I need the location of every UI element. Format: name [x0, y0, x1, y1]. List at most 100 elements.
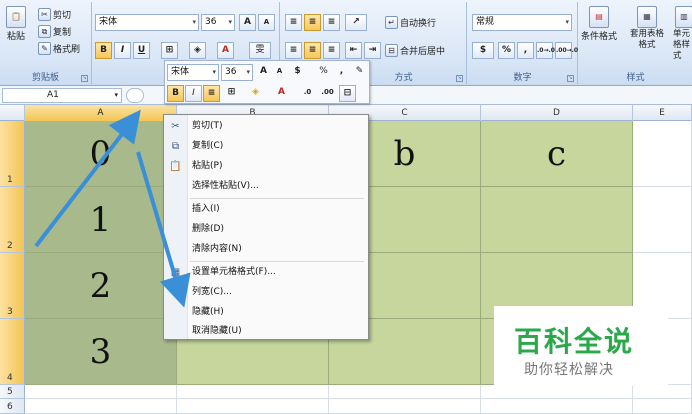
- mini-center-button[interactable]: ≡: [203, 85, 220, 102]
- shrink-font-button[interactable]: A: [258, 14, 275, 31]
- border-icon: ⊞: [165, 45, 174, 55]
- bold-button[interactable]: B: [95, 42, 112, 59]
- format-as-table-button[interactable]: ▦ 套用表格格式: [627, 6, 667, 51]
- cell-e6[interactable]: [633, 399, 692, 414]
- orientation-button[interactable]: ↗: [345, 14, 367, 31]
- cell-e1[interactable]: [633, 121, 692, 187]
- column-header-e[interactable]: E: [633, 105, 692, 121]
- increase-indent-button[interactable]: ⇥: [364, 42, 381, 59]
- paste-button[interactable]: 📋 粘贴: [6, 6, 26, 42]
- cell-d1[interactable]: c: [481, 121, 633, 187]
- increase-decimal-button[interactable]: .0→.00: [536, 42, 559, 59]
- decrease-decimal-button[interactable]: .00→.0: [555, 42, 578, 59]
- row-header-6[interactable]: 6: [0, 399, 25, 414]
- menu-item-label: 设置单元格格式(F)...: [192, 267, 276, 277]
- cell-a2[interactable]: 1: [25, 187, 177, 253]
- select-all-corner[interactable]: [0, 105, 25, 121]
- cell-e5[interactable]: [633, 385, 692, 399]
- font-size-combo[interactable]: 36 ▾: [201, 14, 235, 31]
- wrap-text-button[interactable]: ↵ 自动换行: [385, 16, 436, 29]
- menu-item-format-cells[interactable]: ▦ 设置单元格格式(F)...: [164, 263, 368, 282]
- comma-button[interactable]: ,: [517, 42, 534, 59]
- column-header-d[interactable]: D: [481, 105, 633, 121]
- fill-color-button[interactable]: ◈: [189, 42, 206, 59]
- row-header-3[interactable]: 3: [0, 253, 25, 319]
- alignment-launcher-icon[interactable]: ↘: [456, 75, 463, 82]
- italic-button[interactable]: I: [114, 42, 131, 59]
- number-format-combo[interactable]: 常规 ▾: [472, 14, 572, 31]
- accounting-button[interactable]: $: [472, 42, 494, 59]
- cell-b5[interactable]: [177, 385, 329, 399]
- copy-button[interactable]: ⧉ 复制: [38, 25, 71, 38]
- name-box[interactable]: A1 ▾: [2, 88, 122, 103]
- mini-italic-button[interactable]: I: [185, 85, 202, 102]
- mini-bold-button[interactable]: B: [167, 85, 184, 102]
- cell-c5[interactable]: [329, 385, 481, 399]
- cell-b6[interactable]: [177, 399, 329, 414]
- menu-item-unhide[interactable]: 取消隐藏(U): [164, 322, 368, 341]
- cell-d6[interactable]: [481, 399, 633, 414]
- column-header-a[interactable]: A: [25, 105, 177, 121]
- align-left-button[interactable]: ≡: [285, 42, 302, 59]
- number-launcher-icon[interactable]: ↘: [567, 75, 574, 82]
- row-header-1[interactable]: 1: [0, 121, 25, 187]
- cell-d5[interactable]: [481, 385, 633, 399]
- align-middle-button[interactable]: ≡: [304, 14, 321, 31]
- font-name-combo[interactable]: 宋体 ▾: [95, 14, 199, 31]
- merge-center-button[interactable]: ⊟ 合并后居中: [385, 44, 445, 57]
- mini-shrink-font-button[interactable]: A: [271, 64, 288, 81]
- menu-item-column-width[interactable]: 列宽(C)...: [164, 283, 368, 302]
- cell-a3[interactable]: 2: [25, 253, 177, 319]
- align-right-button[interactable]: ≡: [323, 42, 340, 59]
- cell-c6[interactable]: [329, 399, 481, 414]
- mini-increase-decimal-button[interactable]: .0: [299, 85, 316, 102]
- underline-button[interactable]: U: [133, 42, 150, 59]
- cut-button[interactable]: ✂ 剪切: [38, 8, 71, 21]
- menu-item-insert[interactable]: 插入(I): [164, 200, 368, 219]
- mini-percent-button[interactable]: %: [315, 64, 332, 81]
- menu-item-paste-special[interactable]: 选择性粘贴(V)...: [164, 177, 368, 196]
- conditional-format-button[interactable]: ▤ 条件格式: [581, 6, 617, 42]
- menu-item-copy[interactable]: ⧉ 复制(C): [164, 137, 368, 156]
- menu-item-delete[interactable]: 删除(D): [164, 220, 368, 239]
- mini-font-combo[interactable]: 宋体 ▾: [167, 64, 219, 81]
- cell-a5[interactable]: [25, 385, 177, 399]
- menu-item-paste[interactable]: 📋 粘贴(P): [164, 157, 368, 176]
- border-button[interactable]: ⊞: [161, 42, 178, 59]
- mini-decrease-decimal-button[interactable]: .00: [319, 85, 336, 102]
- cell-d2[interactable]: [481, 187, 633, 253]
- mini-fill-color-button[interactable]: ◈: [247, 85, 264, 102]
- clipboard-launcher-icon[interactable]: ↘: [81, 75, 88, 82]
- mini-format-painter-button[interactable]: ✎: [351, 64, 368, 81]
- cut-label: 剪切: [53, 11, 72, 21]
- percent-button[interactable]: %: [498, 42, 515, 59]
- menu-item-clear-contents[interactable]: 清除内容(N): [164, 240, 368, 259]
- row-header-5[interactable]: 5: [0, 385, 25, 399]
- font-color-button[interactable]: A: [217, 42, 234, 59]
- decrease-indent-button[interactable]: ⇤: [345, 42, 362, 59]
- align-bottom-button[interactable]: ≡: [323, 14, 340, 31]
- menu-item-cut[interactable]: ✂ 剪切(T): [164, 117, 368, 136]
- shrink-font-label: A: [263, 18, 270, 26]
- formula-splitter-handle[interactable]: [126, 88, 144, 103]
- cell-a6[interactable]: [25, 399, 177, 414]
- align-top-button[interactable]: ≡: [285, 14, 302, 31]
- cell-e2[interactable]: [633, 187, 692, 253]
- mini-accounting-button[interactable]: $: [289, 64, 306, 81]
- mini-grow-font-button[interactable]: A: [255, 64, 272, 81]
- grow-font-button[interactable]: A: [239, 14, 256, 31]
- align-center-button[interactable]: ≡: [304, 42, 321, 59]
- cell-styles-button[interactable]: ▥ 单元格样式: [673, 6, 692, 62]
- mini-size-combo[interactable]: 36 ▾: [221, 64, 253, 81]
- cell-a4[interactable]: 3: [25, 319, 177, 385]
- mini-comma-button[interactable]: ,: [333, 64, 350, 81]
- mini-merge-button[interactable]: ⊟: [339, 85, 356, 102]
- menu-item-hide[interactable]: 隐藏(H): [164, 303, 368, 322]
- phonetic-button[interactable]: 雯: [249, 42, 271, 59]
- mini-border-button[interactable]: ⊞: [223, 85, 240, 102]
- cell-a1[interactable]: 0: [25, 121, 177, 187]
- format-painter-button[interactable]: ✎ 格式刷: [38, 42, 80, 55]
- row-header-4[interactable]: 4: [0, 319, 25, 385]
- mini-font-color-button[interactable]: A: [273, 85, 290, 102]
- row-header-2[interactable]: 2: [0, 187, 25, 253]
